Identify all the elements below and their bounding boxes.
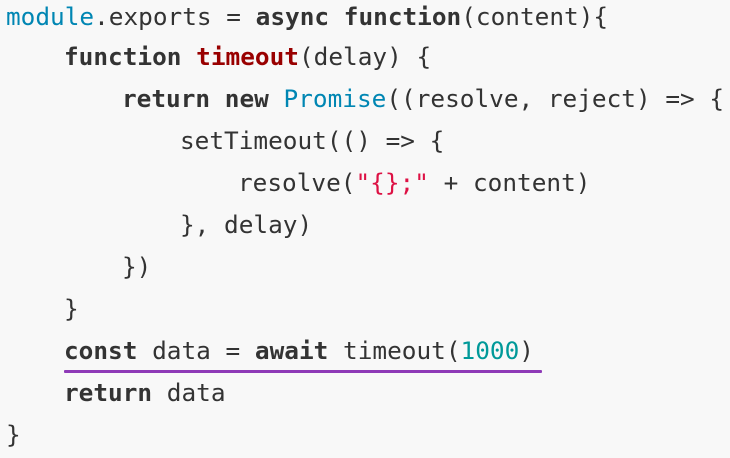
code-editor: module.exports = async function(content)… [0,0,730,458]
code-line-7: }) [6,246,151,288]
token-string: "{};" [355,168,429,197]
code-line-5: resolve("{};" + content) [6,162,590,204]
token-resolve: resolve( [238,168,356,197]
token-promise: Promise [268,84,387,113]
token-assign: data = [137,336,255,365]
token-settimeout: setTimeout(() => { [180,126,445,155]
token-function: function [64,42,182,71]
code-line-6: }, delay) [6,204,312,246]
token-number: 1000 [460,336,520,365]
token-module: module [6,2,95,31]
token-return: return [64,378,153,407]
code-line-4: setTimeout(() => { [6,120,444,162]
token-await: await [254,336,329,365]
token-new: new [210,84,269,113]
code-line-2: function timeout(delay) { [6,36,431,78]
token-close-paren: ) [519,336,534,365]
token-async: async [255,2,330,31]
token-const: const [64,336,138,365]
token-concat: + content) [428,168,591,197]
token-exports: .exports = [94,2,256,31]
token-function: function [329,2,462,31]
token-params: (content){ [461,2,609,31]
token-timeout-name: timeout [181,42,299,71]
token-args: ((resolve, reject) => { [386,84,725,113]
token-close-brace: } [64,294,79,323]
code-line-3: return new Promise((resolve, reject) => … [6,78,724,120]
code-line-8: } [6,288,79,330]
token-close-promise: }) [122,252,152,281]
code-line-10: return data [6,372,226,414]
token-return: return [122,84,211,113]
token-params: (delay) { [298,42,432,71]
code-line-11: } [6,414,21,456]
code-line-9: const data = await timeout(1000) [6,330,534,372]
token-close-delay: }, delay) [180,210,313,239]
token-close-brace: } [6,420,21,449]
token-call: timeout( [328,336,461,365]
code-line-1: module.exports = async function(content)… [6,0,608,38]
token-data: data [152,378,226,407]
